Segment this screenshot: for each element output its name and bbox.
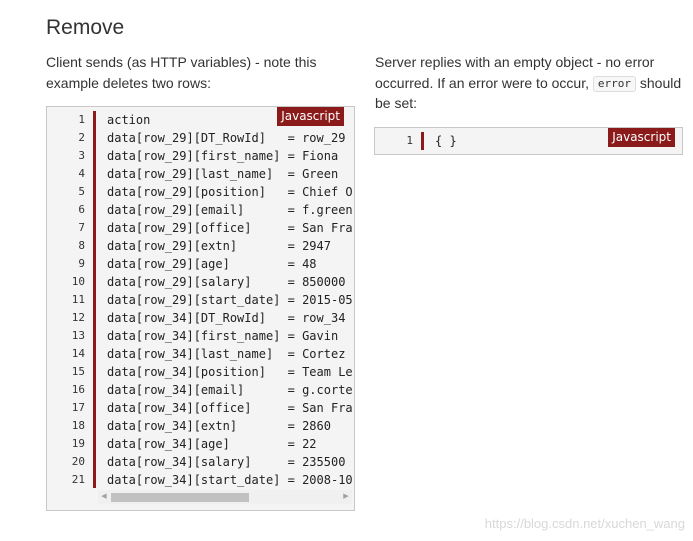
server-code-block: Javascript 1 { }	[374, 127, 683, 155]
gutter-divider	[421, 132, 424, 150]
line-number: 15	[71, 365, 85, 378]
line-number: 21	[71, 473, 85, 486]
line-number: 14	[71, 347, 85, 360]
watermark: https://blog.csdn.net/xuchen_wang	[484, 516, 685, 531]
code-line: data[row_34][start_date] = 2008-10	[107, 473, 353, 487]
code-line: data[row_34][last_name] = Cortez	[107, 347, 346, 361]
code-line: data[row_29][salary] = 850000	[107, 275, 346, 289]
line-number: 11	[71, 293, 85, 306]
line-number: 3	[78, 149, 85, 162]
code-line: { }	[435, 134, 457, 148]
line-number: 17	[71, 401, 85, 414]
line-number: 4	[78, 167, 85, 180]
line-number: 1	[406, 134, 413, 147]
line-number: 12	[71, 311, 85, 324]
line-number: 8	[78, 239, 85, 252]
scroll-right-icon[interactable]: ▶	[340, 490, 352, 504]
scroll-left-icon[interactable]: ◀	[98, 490, 110, 504]
code-line: data[row_34][office] = San Fra	[107, 401, 353, 415]
code-line: data[row_34][email] = g.corte	[107, 383, 353, 397]
code-line: data[row_29][office] = San Fra	[107, 221, 353, 235]
line-number-gutter: 1 2 3 4 5 6 7 8 9 10 11 12 13 14 15 16 17 18 19 20 21	[47, 111, 93, 489]
code-line: data[row_29][DT_RowId] = row_29	[107, 131, 346, 145]
client-description: Client sends (as HTTP variables) - note …	[46, 54, 317, 91]
code-line: data[row_29][start_date] = 2015-05	[107, 293, 353, 307]
code-line: data[row_34][position] = Team Le	[107, 365, 353, 379]
line-number: 16	[71, 383, 85, 396]
code-line: data[row_34][DT_RowId] = row_34	[107, 311, 346, 325]
code-line: data[row_29][extn] = 2947	[107, 239, 331, 253]
language-badge: Javascript	[608, 128, 675, 147]
horizontal-scrollbar[interactable]: ◀ ▶	[98, 490, 352, 504]
line-number: 7	[78, 221, 85, 234]
code-line: data[row_34][age] = 22	[107, 437, 317, 451]
language-badge: Javascript	[277, 107, 344, 126]
line-number: 10	[71, 275, 85, 288]
line-number: 19	[71, 437, 85, 450]
error-inline-code: error	[592, 75, 636, 92]
code-lines[interactable]: action data[row_29][DT_RowId] = row_29 dat…	[107, 111, 354, 489]
line-number: 2	[78, 131, 85, 144]
code-line: data[row_29][email] = f.green	[107, 203, 353, 217]
gutter-divider	[93, 111, 96, 488]
line-number: 18	[71, 419, 85, 432]
code-line: data[row_29][last_name] = Green	[107, 167, 339, 181]
code-line: data[row_34][extn] = 2860	[107, 419, 331, 433]
code-line: data[row_29][first_name] = Fiona	[107, 149, 339, 163]
line-number: 20	[71, 455, 85, 468]
code-line: data[row_29][age] = 48	[107, 257, 317, 271]
line-number: 1	[78, 113, 85, 126]
line-number: 5	[78, 185, 85, 198]
code-line: data[row_34][first_name] = Gavin	[107, 329, 339, 343]
code-line: data[row_34][salary] = 235500	[107, 455, 346, 469]
line-number-gutter: 1	[375, 132, 421, 150]
line-number: 9	[78, 257, 85, 270]
line-number: 6	[78, 203, 85, 216]
line-number: 13	[71, 329, 85, 342]
code-line: data[row_29][position] = Chief O	[107, 185, 353, 199]
scrollbar-thumb[interactable]	[111, 493, 249, 502]
server-description: Server replies with an empty object - no…	[375, 52, 685, 114]
page-title: Remove	[46, 16, 125, 39]
code-lines[interactable]: { }	[435, 132, 457, 150]
client-code-block: Javascript 1 2 3 4 5 6 7 8 9 10 11 12 13 14 15 16 17 18 19…	[46, 106, 355, 511]
